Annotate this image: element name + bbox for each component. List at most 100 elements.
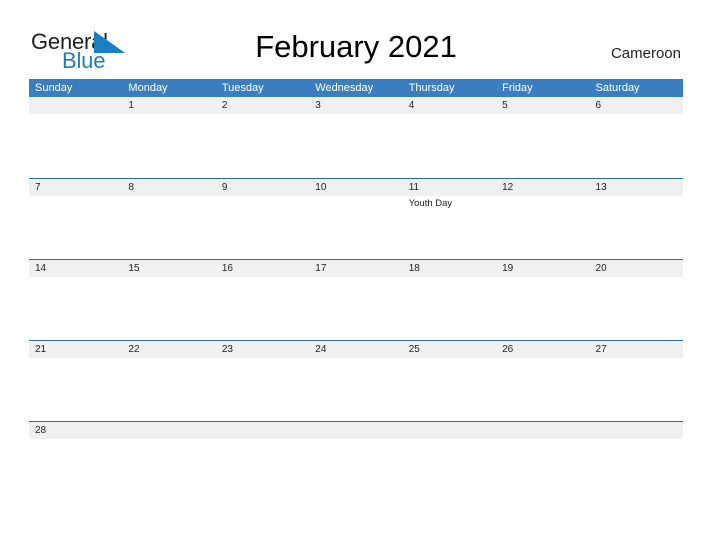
day-cell-3[interactable]: 3: [309, 97, 402, 114]
calendar-grid: Sunday Monday Tuesday Wednesday Thursday Frid…: [29, 79, 683, 466]
event-cell-empty: [496, 358, 589, 422]
day-number: 19: [502, 263, 514, 274]
event-cell-empty: [590, 439, 683, 466]
event-cell-empty: [122, 196, 215, 260]
calendar-week-row: 14 15 16 17 18 19 20: [29, 259, 683, 341]
weekday-header-monday: Monday: [128, 82, 168, 94]
day-number: 6: [595, 100, 602, 111]
day-cell-15[interactable]: 15: [122, 260, 215, 277]
day-number: 24: [315, 344, 327, 355]
event-cell-empty: [29, 277, 122, 341]
event-cell-empty: [122, 114, 215, 178]
day-number: 28: [35, 425, 47, 436]
weekday-header-friday: Friday: [502, 82, 533, 94]
event-cell-empty: [309, 114, 402, 178]
day-cell-empty: [29, 97, 122, 114]
day-cell-28[interactable]: 28: [29, 422, 122, 439]
event-cell-empty: [309, 277, 402, 341]
day-cell-26[interactable]: 26: [496, 341, 589, 358]
day-number: 23: [221, 344, 233, 355]
event-cell-empty: [122, 277, 215, 341]
week-date-band: 7 8 9 10 11 12 13: [29, 179, 683, 196]
day-number: 8: [128, 182, 134, 193]
day-number: 12: [502, 182, 514, 193]
day-cell-27[interactable]: 27: [590, 341, 683, 358]
calendar-week-row: 28: [29, 421, 683, 466]
day-number: 3: [315, 100, 321, 111]
event-cell-empty: [590, 277, 683, 341]
event-cell-11[interactable]: Youth Day: [403, 196, 496, 260]
day-cell-22[interactable]: 22: [122, 341, 215, 358]
page-title: February 2021: [255, 29, 457, 64]
day-number: 27: [595, 344, 607, 355]
event-cell-empty: [216, 277, 309, 341]
day-number: 17: [315, 263, 327, 274]
day-number: 1: [128, 100, 134, 111]
day-cell-12[interactable]: 12: [496, 179, 589, 196]
country-label: Cameroon: [610, 45, 681, 62]
event-cell-empty: [403, 439, 496, 466]
day-cell-10[interactable]: 10: [309, 179, 402, 196]
week-events-row: Youth Day: [29, 196, 683, 260]
event-cell-empty: [29, 196, 122, 260]
day-number: 14: [35, 263, 47, 274]
day-cell-empty: [590, 422, 683, 439]
day-cell-5[interactable]: 5: [496, 97, 589, 114]
day-number: 5: [502, 100, 508, 111]
day-cell-24[interactable]: 24: [309, 341, 402, 358]
day-cell-25[interactable]: 25: [403, 341, 496, 358]
day-cell-empty: [122, 422, 215, 439]
day-cell-8[interactable]: 8: [122, 179, 215, 196]
day-cell-2[interactable]: 2: [216, 97, 309, 114]
day-cell-6[interactable]: 6: [590, 97, 683, 114]
day-cell-21[interactable]: 21: [29, 341, 122, 358]
week-date-band: 21 22 23 24 25 26 27: [29, 341, 683, 358]
weekday-header-row: Sunday Monday Tuesday Wednesday Thursday Frid…: [29, 79, 683, 97]
event-cell-empty: [590, 114, 683, 178]
day-cell-16[interactable]: 16: [216, 260, 309, 277]
week-events-row: [29, 358, 683, 422]
day-cell-11[interactable]: 11: [403, 179, 496, 196]
day-number: 18: [408, 263, 420, 274]
day-cell-9[interactable]: 9: [216, 179, 309, 196]
week-date-band: 1 2 3 4 5 6: [29, 97, 683, 114]
event-cell-empty: [122, 358, 215, 422]
day-cell-13[interactable]: 13: [590, 179, 683, 196]
event-cell-empty: [216, 196, 309, 260]
event-cell-empty: [216, 114, 309, 178]
event-cell-empty: [309, 358, 402, 422]
event-cell-empty: [29, 358, 122, 422]
weekday-header-thursday: Thursday: [408, 82, 455, 94]
day-number: 11: [408, 182, 420, 193]
day-cell-empty: [403, 422, 496, 439]
event-cell-empty: [496, 439, 589, 466]
day-number: 25: [408, 344, 420, 355]
day-cell-19[interactable]: 19: [496, 260, 589, 277]
day-cell-empty: [309, 422, 402, 439]
holiday-label: Youth Day: [408, 198, 453, 209]
event-cell-empty: [216, 358, 309, 422]
day-cell-7[interactable]: 7: [29, 179, 122, 196]
day-cell-20[interactable]: 20: [590, 260, 683, 277]
day-cell-23[interactable]: 23: [216, 341, 309, 358]
week-events-row: [29, 439, 683, 466]
week-events-row: [29, 277, 683, 341]
calendar-page: General Blue February 2021 Cameroon Sund…: [0, 0, 712, 550]
day-cell-14[interactable]: 14: [29, 260, 122, 277]
day-cell-1[interactable]: 1: [122, 97, 215, 114]
day-cell-empty: [216, 422, 309, 439]
event-cell-empty: [496, 196, 589, 260]
weekday-header-sunday: Sunday: [35, 82, 73, 94]
event-cell-empty: [496, 114, 589, 178]
day-number: 22: [128, 344, 140, 355]
day-cell-18[interactable]: 18: [403, 260, 496, 277]
event-cell-empty: [403, 114, 496, 178]
weekday-header-wednesday: Wednesday: [315, 82, 374, 94]
page-header: General Blue February 2021 Cameroon: [0, 0, 712, 78]
day-cell-17[interactable]: 17: [309, 260, 402, 277]
event-cell-empty: [309, 196, 402, 260]
day-cell-4[interactable]: 4: [403, 97, 496, 114]
day-number: 16: [221, 263, 233, 274]
weekday-header-tuesday: Tuesday: [221, 82, 264, 94]
day-number: 13: [595, 182, 607, 193]
